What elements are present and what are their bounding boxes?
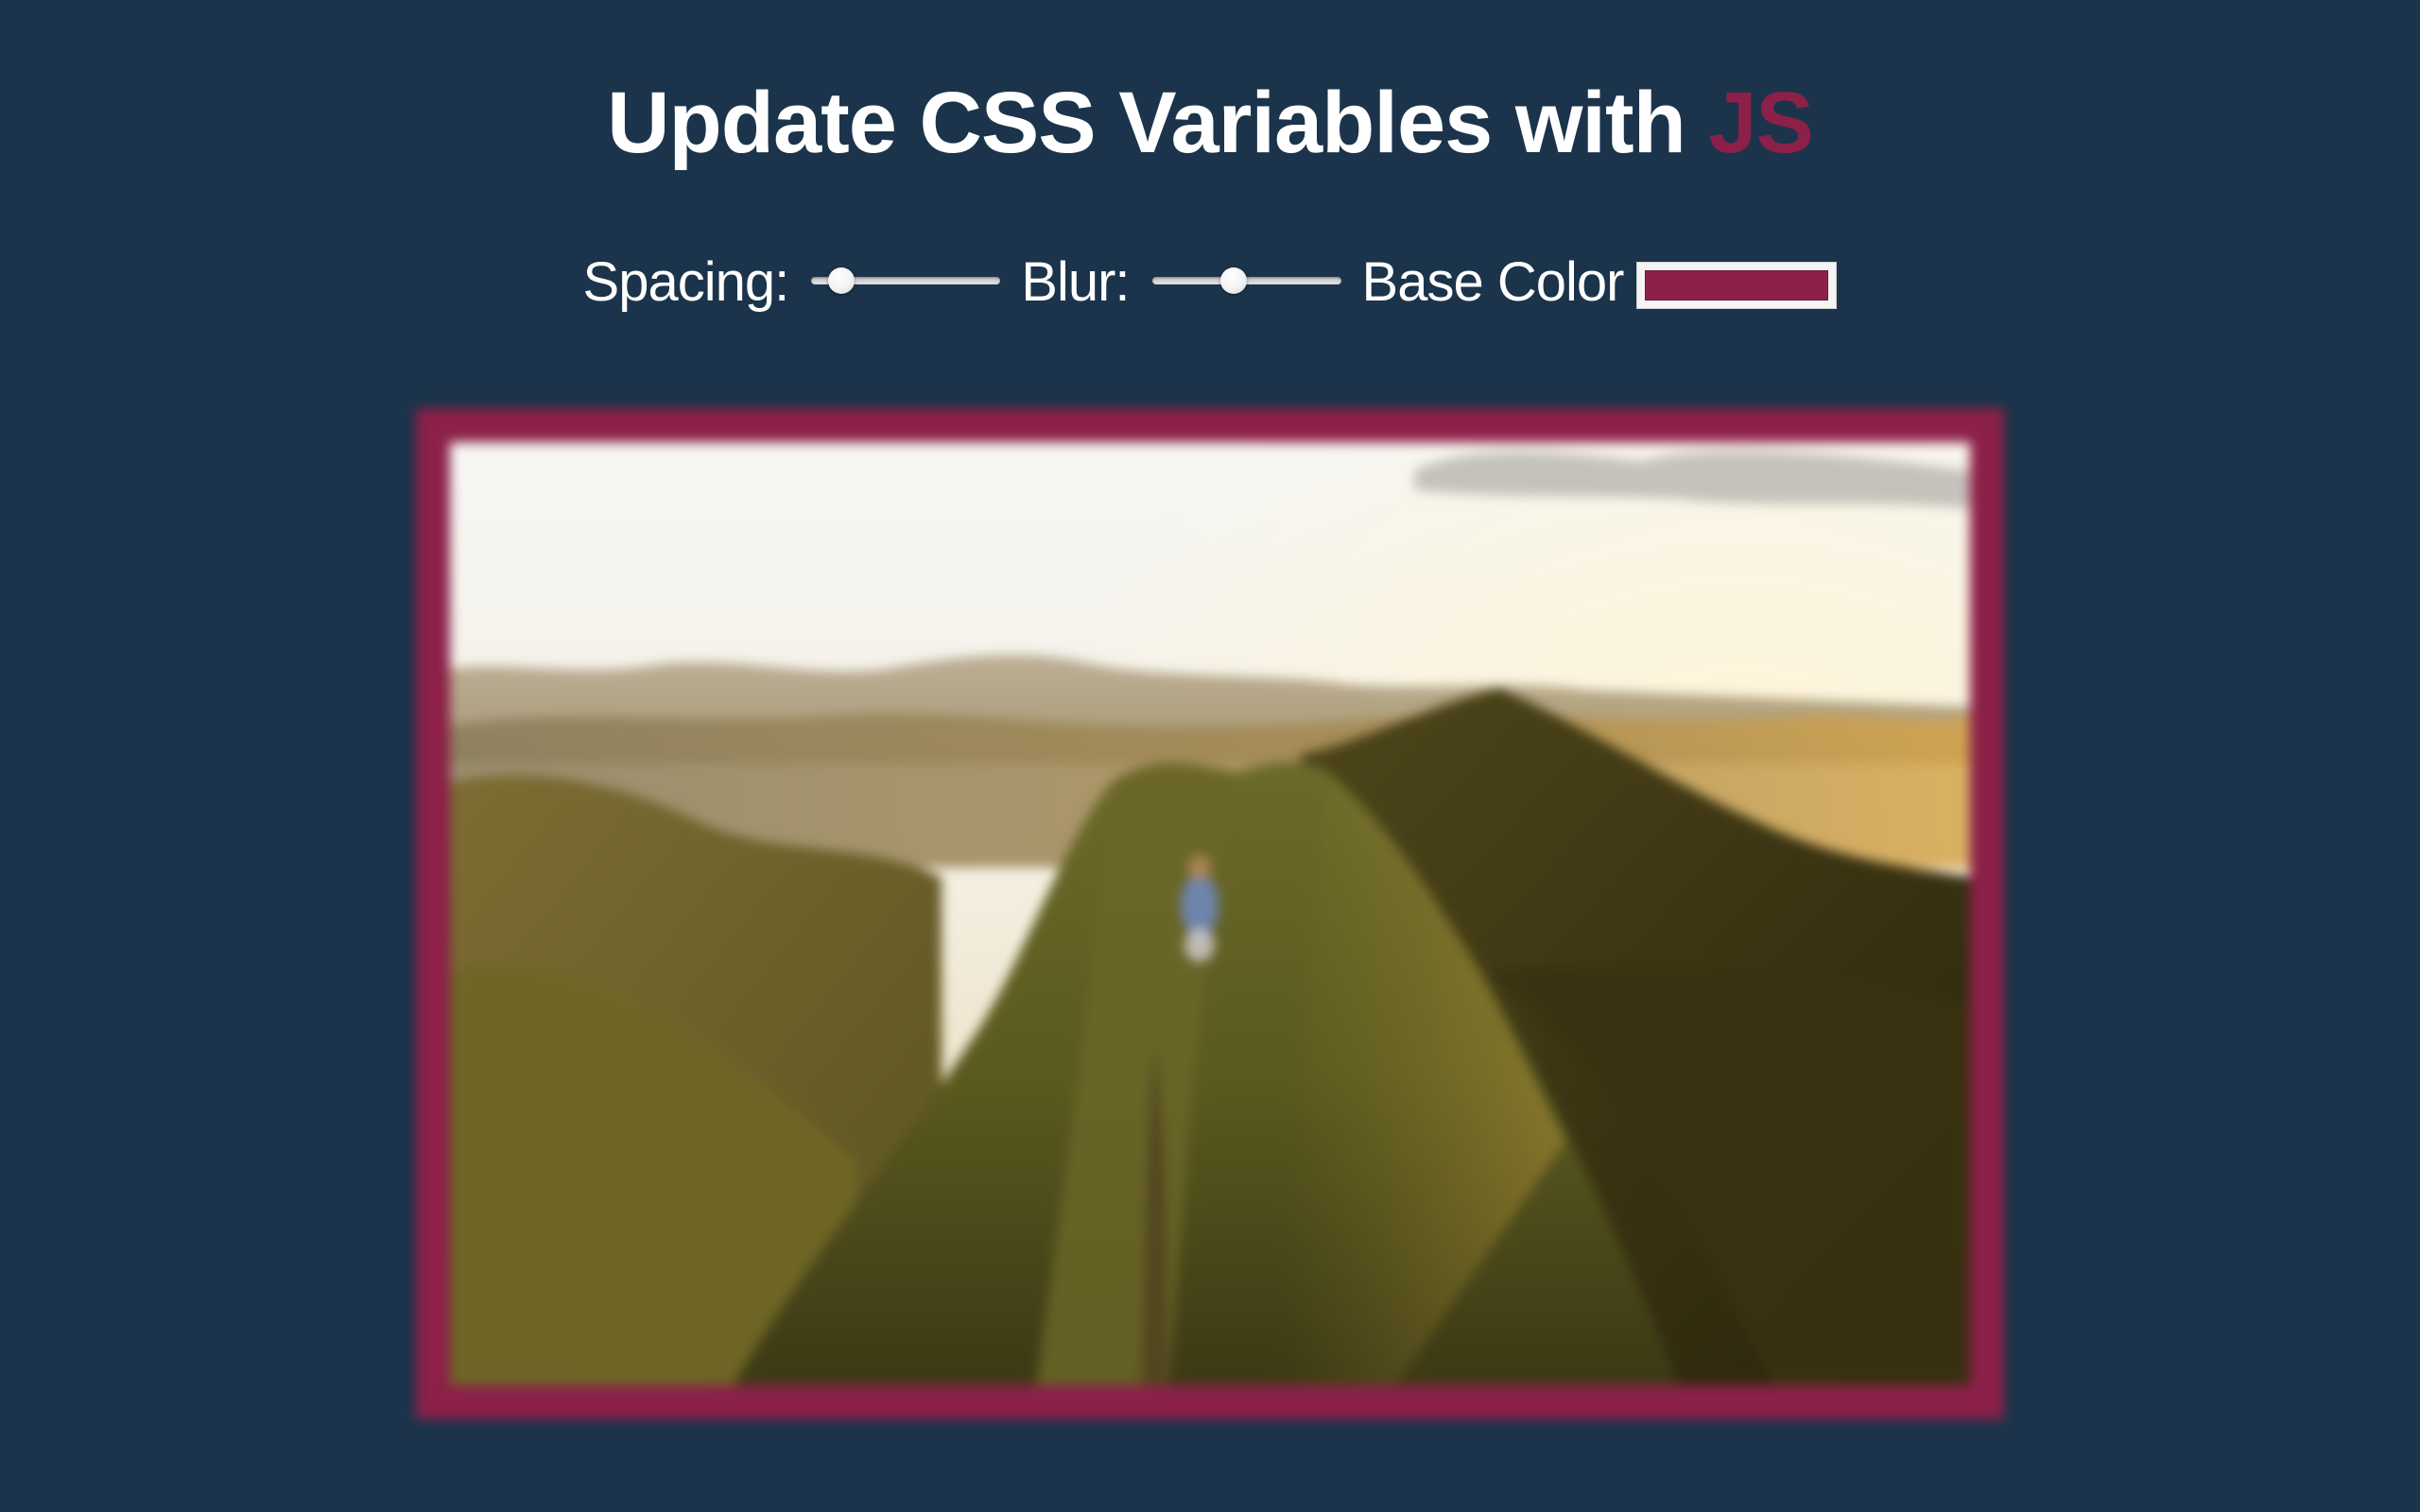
base-color-label: Base Color xyxy=(1361,250,1625,313)
base-color-swatch xyxy=(1645,270,1829,301)
base-color-picker[interactable] xyxy=(1636,262,1838,309)
mountain-image xyxy=(450,442,1970,1385)
controls-bar: Spacing: Blur: Base Color xyxy=(0,244,2420,319)
title-text: Update CSS Variables with xyxy=(607,75,1686,171)
page: Update CSS Variables with JS Spacing: Bl… xyxy=(0,0,2420,1512)
blur-label: Blur: xyxy=(1021,250,1130,313)
spacing-label: Spacing: xyxy=(582,250,790,313)
page-title: Update CSS Variables with JS xyxy=(0,66,2420,180)
blur-slider[interactable] xyxy=(1151,263,1341,301)
title-accent: JS xyxy=(1708,75,1814,171)
mountain-photo xyxy=(450,442,1970,1385)
spacing-slider[interactable] xyxy=(811,263,1001,301)
spacing-slider-thumb[interactable] xyxy=(828,267,856,294)
image-frame xyxy=(416,408,2004,1419)
blur-slider-thumb[interactable] xyxy=(1219,267,1247,294)
